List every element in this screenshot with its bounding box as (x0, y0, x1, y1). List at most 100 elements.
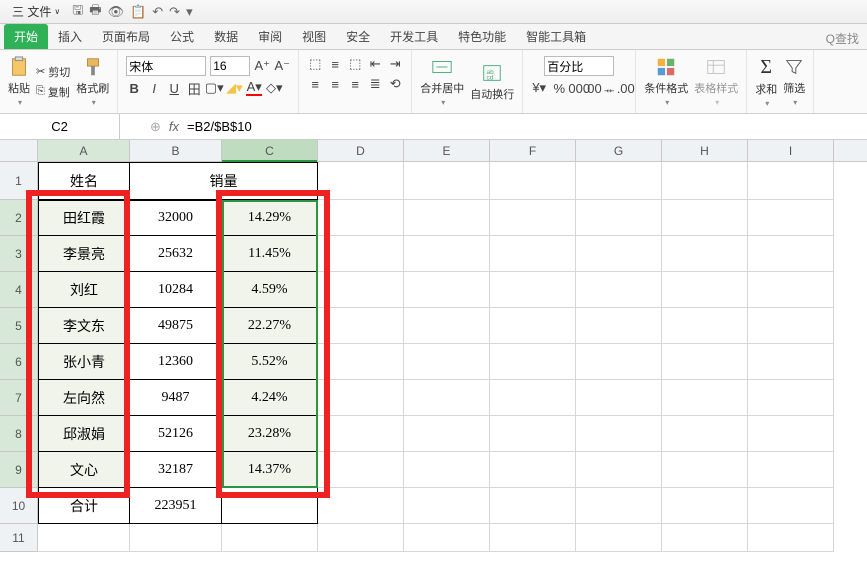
row-header-3[interactable]: 3 (0, 236, 38, 272)
cell-A7[interactable]: 左向然 (38, 380, 130, 416)
tab-review[interactable]: 审阅 (248, 24, 292, 49)
row-header-10[interactable]: 10 (0, 488, 38, 524)
percent-icon[interactable]: % (551, 80, 567, 96)
font-select[interactable] (126, 56, 206, 76)
align-top-icon[interactable]: ⬚ (307, 56, 323, 72)
cell-B6[interactable]: 12360 (130, 344, 222, 380)
fill-icon[interactable]: ▢▾ (206, 80, 222, 96)
merge-button[interactable]: 合并居中 (420, 56, 464, 107)
align-bot-icon[interactable]: ⬚ (347, 56, 363, 72)
fx-icon[interactable]: fx (169, 119, 179, 134)
cell-B10[interactable]: 223951 (130, 488, 222, 524)
size-select[interactable] (210, 56, 250, 76)
cell-C3[interactable]: 11.45% (222, 236, 318, 272)
link-icon[interactable]: ⊕ (150, 119, 161, 135)
cell-C2[interactable]: 14.29% (222, 200, 318, 236)
currency-icon[interactable]: ¥▾ (531, 80, 547, 96)
numfmt-select[interactable] (544, 56, 614, 76)
row-header-11[interactable]: 11 (0, 524, 38, 552)
cell-C6[interactable]: 5.52% (222, 344, 318, 380)
border-icon[interactable]: 田 (186, 80, 202, 96)
name-box[interactable] (0, 114, 120, 139)
cell-B7[interactable]: 9487 (130, 380, 222, 416)
align-center-icon[interactable]: ≡ (327, 76, 343, 92)
align-left-icon[interactable]: ≡ (307, 76, 323, 92)
dropdown-icon[interactable]: ▾ (186, 4, 193, 20)
row-header-7[interactable]: 7 (0, 380, 38, 416)
sum-button[interactable]: Σ 求和 (755, 56, 777, 108)
cell-C7[interactable]: 4.24% (222, 380, 318, 416)
cell-B2[interactable]: 32000 (130, 200, 222, 236)
col-header-D[interactable]: D (318, 140, 404, 161)
tab-formula[interactable]: 公式 (160, 24, 204, 49)
copy-button[interactable]: ⎘复制 (36, 84, 70, 100)
cell-A6[interactable]: 张小青 (38, 344, 130, 380)
row-header-8[interactable]: 8 (0, 416, 38, 452)
tab-security[interactable]: 安全 (336, 24, 380, 49)
col-header-C[interactable]: C (222, 140, 318, 161)
cell-A5[interactable]: 李文东 (38, 308, 130, 344)
cell-C8[interactable]: 23.28% (222, 416, 318, 452)
col-header-E[interactable]: E (404, 140, 490, 161)
file-menu[interactable]: 三 文件∨ (4, 1, 68, 22)
cell-B9[interactable]: 32187 (130, 452, 222, 488)
clear-fmt-icon[interactable]: ◇▾ (266, 80, 282, 96)
cell-B5[interactable]: 49875 (130, 308, 222, 344)
cell-B4[interactable]: 10284 (130, 272, 222, 308)
spreadsheet[interactable]: A B C D E F G H I 1 姓名 销量 2田红霞3200014.29… (0, 140, 867, 552)
undo-icon[interactable]: ↶ (152, 4, 163, 20)
cell-C10[interactable] (222, 488, 318, 524)
increase-font-icon[interactable]: A⁺ (254, 58, 270, 74)
print-icon[interactable]: 🖶 (89, 1, 101, 23)
cell-B3[interactable]: 25632 (130, 236, 222, 272)
cell-A2[interactable]: 田红霞 (38, 200, 130, 236)
italic-icon[interactable]: I (146, 80, 162, 96)
row-header-1[interactable]: 1 (0, 162, 38, 200)
col-header-A[interactable]: A (38, 140, 130, 161)
tab-view[interactable]: 视图 (292, 24, 336, 49)
formula-input[interactable] (187, 119, 387, 134)
tab-smart[interactable]: 智能工具箱 (516, 24, 596, 49)
decrease-font-icon[interactable]: A⁻ (274, 58, 290, 74)
align-mid-icon[interactable]: ≡ (327, 56, 343, 72)
cell-A9[interactable]: 文心 (38, 452, 130, 488)
cell-A1[interactable]: 姓名 (38, 162, 130, 200)
tab-special[interactable]: 特色功能 (448, 24, 516, 49)
col-header-G[interactable]: G (576, 140, 662, 161)
row-header-2[interactable]: 2 (0, 200, 38, 236)
fill-color-icon[interactable]: ◢▾ (226, 80, 242, 96)
dec-dec-icon[interactable]: ←.00 (611, 80, 627, 96)
format-painter[interactable]: 格式刷 (76, 56, 109, 107)
indent-dec-icon[interactable]: ⇤ (367, 56, 383, 72)
cell-A3[interactable]: 李景亮 (38, 236, 130, 272)
indent-inc-icon[interactable]: ⇥ (387, 56, 403, 72)
clipboard-icon[interactable]: 📋 (130, 4, 146, 20)
row-header-9[interactable]: 9 (0, 452, 38, 488)
col-header-I[interactable]: I (748, 140, 834, 161)
col-header-H[interactable]: H (662, 140, 748, 161)
paste-button[interactable]: 粘贴 (8, 56, 30, 107)
tab-dev[interactable]: 开发工具 (380, 24, 448, 49)
redo-icon[interactable]: ↷ (169, 4, 180, 20)
font-color-icon[interactable]: A▾ (246, 80, 262, 96)
wrap-button[interactable]: abcd 自动换行 (470, 62, 514, 102)
underline-icon[interactable]: U (166, 80, 182, 96)
justify-icon[interactable]: ≣ (367, 76, 383, 92)
select-all-corner[interactable] (0, 140, 38, 161)
align-right-icon[interactable]: ≡ (347, 76, 363, 92)
tab-insert[interactable]: 插入 (48, 24, 92, 49)
col-header-B[interactable]: B (130, 140, 222, 161)
cell-A4[interactable]: 刘红 (38, 272, 130, 308)
cell-C4[interactable]: 4.59% (222, 272, 318, 308)
cell-BC1[interactable]: 销量 (130, 162, 318, 200)
row-header-5[interactable]: 5 (0, 308, 38, 344)
col-header-F[interactable]: F (490, 140, 576, 161)
cell-A8[interactable]: 邱淑娟 (38, 416, 130, 452)
cell-C9[interactable]: 14.37% (222, 452, 318, 488)
tab-layout[interactable]: 页面布局 (92, 24, 160, 49)
orient-icon[interactable]: ⟲ (387, 76, 403, 92)
cond-fmt-button[interactable]: 条件格式 (644, 56, 688, 107)
tab-data[interactable]: 数据 (204, 24, 248, 49)
cell-C5[interactable]: 22.27% (222, 308, 318, 344)
save-icon[interactable]: 🖫 (72, 1, 83, 23)
